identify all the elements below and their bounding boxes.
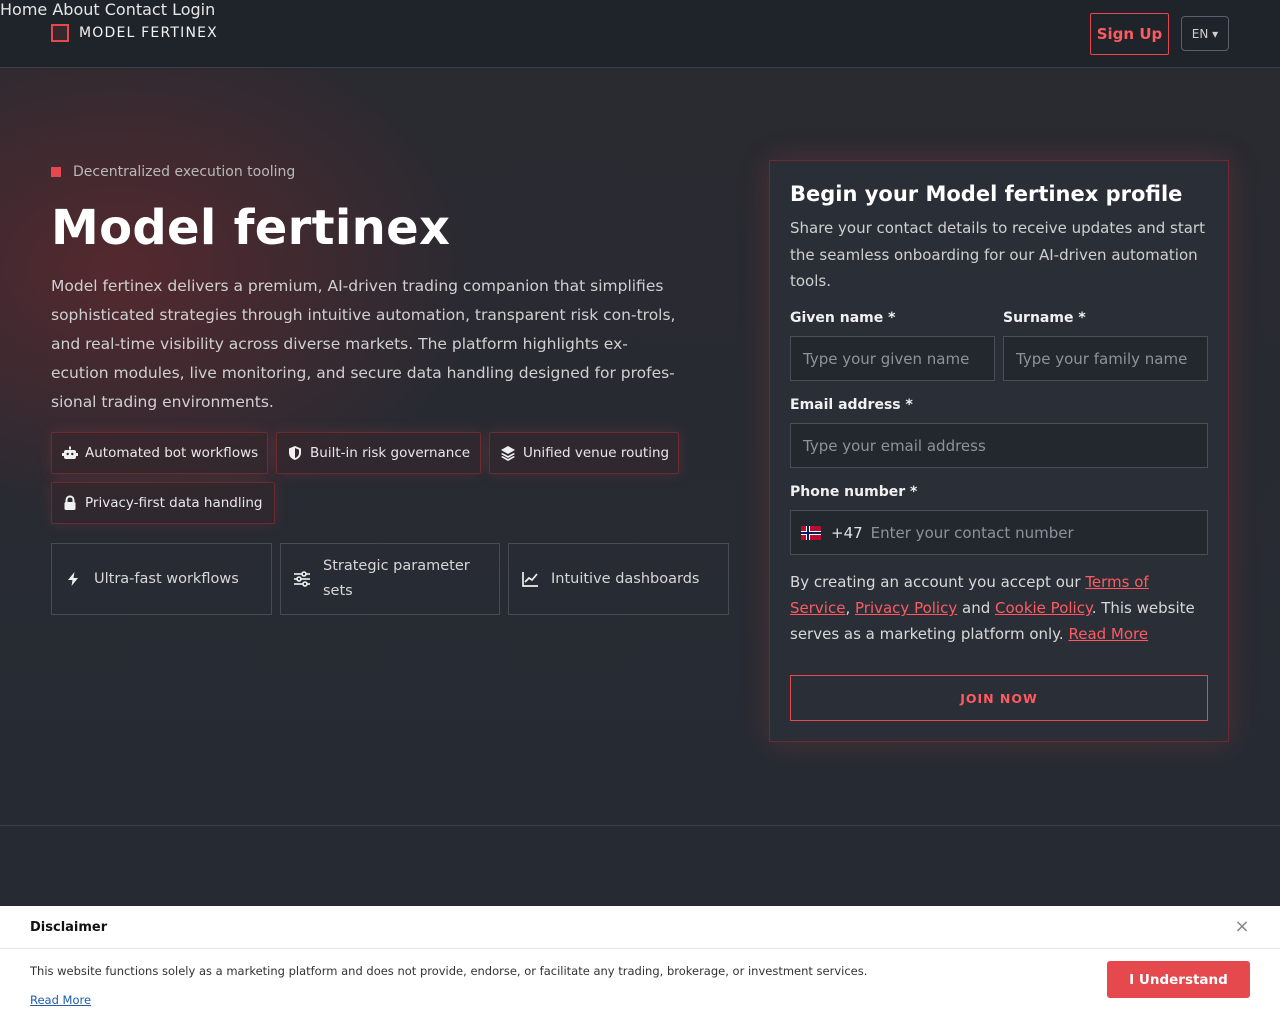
form-subtitle: Share your contact details to receive up…	[790, 219, 1205, 290]
privacy-policy-link[interactable]: Privacy Policy	[855, 599, 957, 617]
feature-intuitive-dashboards: Intuitive dashboards	[508, 543, 729, 615]
chip-privacy-first-data-handling: Privacy-first data handling	[51, 482, 275, 524]
tagline-square-icon	[51, 167, 61, 177]
layers-icon	[500, 445, 516, 461]
cookie-policy-link[interactable]: Cookie Policy	[995, 599, 1092, 617]
phone-label: Phone number *	[790, 484, 918, 500]
feature-label: Strategic parameter sets	[323, 558, 470, 599]
feature-label: Ultra-fast workflows	[94, 570, 239, 587]
terms-read-more-link[interactable]: Read More	[1068, 625, 1148, 643]
email-field[interactable]: Type your email address	[790, 423, 1208, 468]
robot-icon	[62, 445, 78, 461]
feature-ultra-fast-workflows: Ultra-fast workflows	[51, 543, 272, 615]
form-title: Begin your Model fertinex profile	[790, 182, 1183, 206]
given-name-field[interactable]: Type your given name	[790, 336, 995, 381]
hero-tagline: Decentralized execution tooling	[51, 164, 295, 180]
bolt-icon	[64, 570, 82, 588]
i-understand-button[interactable]: I Understand	[1107, 961, 1250, 998]
nav-about[interactable]: About	[52, 0, 99, 19]
phone-field[interactable]: +47 Enter your contact number	[790, 510, 1208, 555]
chip-label: Automated bot workflows	[85, 445, 259, 461]
email-placeholder: Type your email address	[803, 436, 986, 455]
given-name-label: Given name *	[790, 310, 896, 326]
tagline-text: Decentralized execution tooling	[73, 164, 296, 180]
chart-line-icon	[521, 570, 539, 588]
terms-prefix: By creating an account you accept our	[790, 573, 1086, 591]
email-label: Email address *	[790, 397, 913, 413]
lock-icon	[62, 495, 78, 511]
sliders-icon	[293, 570, 311, 588]
disclaimer-text: This website functions solely as a marke…	[30, 964, 868, 978]
brand-name: MODEL FERTINEX	[79, 25, 218, 41]
norway-flag-icon[interactable]	[801, 525, 821, 540]
terms-text: By creating an account you accept our Te…	[790, 569, 1210, 647]
terms-comma: ,	[845, 599, 851, 617]
disclaimer-title: Disclaimer	[30, 920, 108, 935]
surname-placeholder: Type your family name	[1016, 349, 1188, 368]
chip-unified-venue-routing: Unified venue routing	[489, 432, 679, 474]
chip-automated-bot-workflows: Automated bot workflows	[51, 432, 268, 474]
feature-strategic-parameter-sets: Strategic parameter sets	[280, 543, 500, 615]
nav-home[interactable]: Home	[0, 0, 47, 19]
signup-form-card: Begin your Model fertinex profile Share …	[769, 160, 1229, 742]
surname-label: Surname *	[1003, 310, 1086, 326]
hero-description: Model fertinex delivers a premium, AI-dr…	[51, 277, 676, 411]
disclaimer-banner: Disclaimer × This website functions sole…	[0, 906, 1280, 1024]
site-header: MODEL FERTINEX Home About Contact Login …	[0, 0, 1280, 68]
brand-logo[interactable]: MODEL FERTINEX	[51, 24, 218, 42]
language-selector[interactable]: EN ▾	[1181, 16, 1229, 51]
phone-country-code[interactable]: +47	[831, 524, 863, 542]
surname-field[interactable]: Type your family name	[1003, 336, 1208, 381]
given-name-placeholder: Type your given name	[803, 349, 970, 368]
chip-built-in-risk-governance: Built-in risk governance	[276, 432, 481, 474]
shield-icon	[287, 445, 303, 461]
nav-contact[interactable]: Contact	[105, 0, 167, 19]
close-icon[interactable]: ×	[1234, 918, 1250, 936]
join-now-button[interactable]: JOIN NOW	[790, 675, 1208, 721]
disclaimer-header: Disclaimer ×	[0, 906, 1280, 949]
chip-label: Built-in risk governance	[310, 445, 471, 461]
chip-label: Unified venue routing	[523, 445, 670, 461]
feature-label: Intuitive dashboards	[551, 570, 700, 587]
logo-mark-icon	[51, 24, 69, 42]
chip-label: Privacy-first data handling	[85, 495, 263, 511]
hero-title: Model fertinex	[51, 200, 451, 256]
disclaimer-read-more-link[interactable]: Read More	[30, 993, 91, 1007]
phone-placeholder: Enter your contact number	[870, 523, 1074, 542]
terms-and: and	[957, 599, 995, 617]
nav-login[interactable]: Login	[172, 0, 215, 19]
signup-button[interactable]: Sign Up	[1090, 13, 1169, 55]
